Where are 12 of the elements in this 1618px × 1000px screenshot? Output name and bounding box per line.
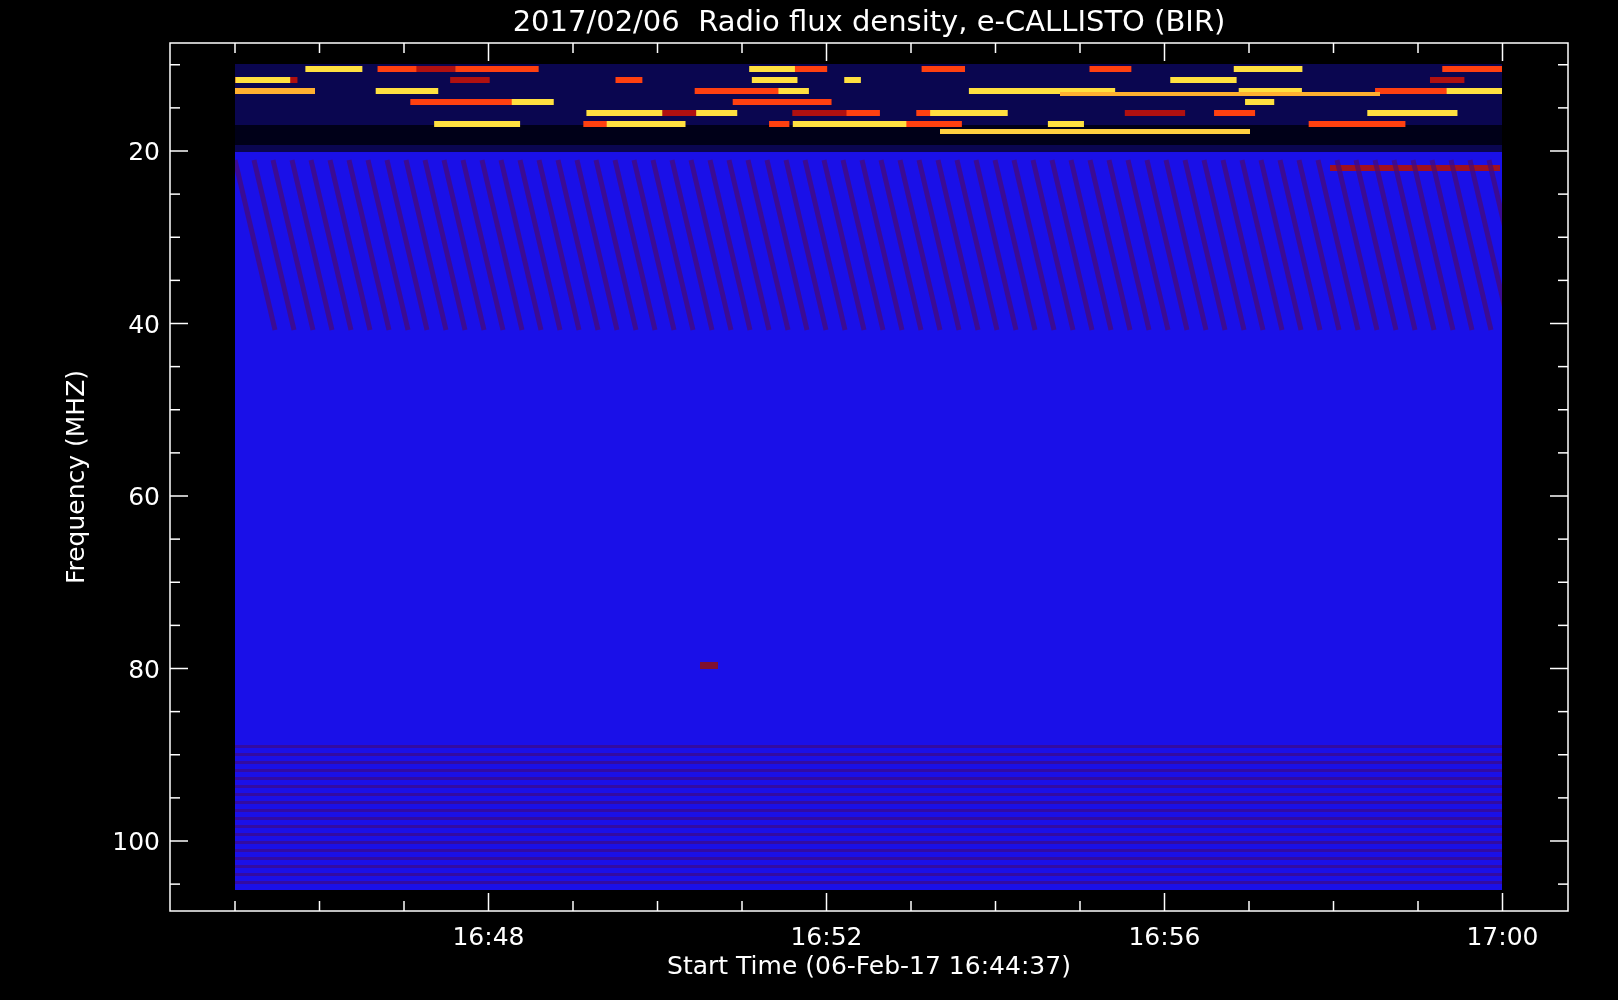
y-tick-label: 100 xyxy=(112,827,160,856)
y-tick-label: 80 xyxy=(128,654,160,684)
y-tick-label: 20 xyxy=(128,137,160,166)
x-tick-label: 17:00 xyxy=(1466,922,1539,951)
y-tick-label: 60 xyxy=(128,482,160,511)
chart-title: 2017/02/06 Radio flux density, e-CALLISTO (BIR) xyxy=(512,4,1226,38)
x-tick-label: 16:48 xyxy=(452,922,525,951)
x-tick-label: 16:52 xyxy=(790,922,863,951)
y-tick-label: 40 xyxy=(128,309,160,339)
x-tick-label: 16:56 xyxy=(1128,922,1201,951)
x-axis-label: Start Time (06-Feb-17 16:44:37) xyxy=(667,951,1071,980)
y-axis-label: Frequency (MHZ) xyxy=(61,369,90,585)
